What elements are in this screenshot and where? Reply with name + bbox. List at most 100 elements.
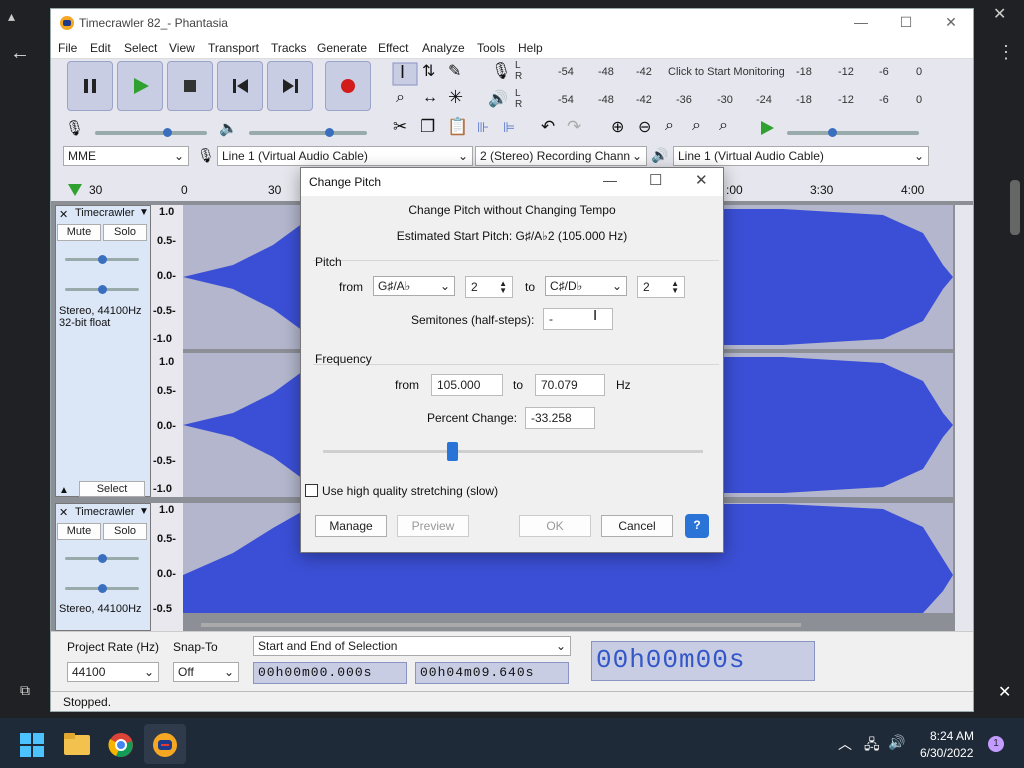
track-menu-chevron-icon[interactable]: ▼ bbox=[139, 506, 149, 517]
horizontal-scrollbar[interactable] bbox=[201, 623, 801, 627]
record-meter[interactable]: -54 -48 -42 Click to Start Monitoring -1… bbox=[524, 61, 924, 83]
dialog-maximize-icon[interactable]: ☐ bbox=[649, 171, 662, 189]
gain-thumb[interactable] bbox=[98, 554, 107, 563]
record-volume-slider[interactable] bbox=[95, 131, 207, 135]
volume-icon[interactable]: 🔊 bbox=[888, 734, 905, 751]
undo-icon[interactable]: ↶ bbox=[541, 117, 555, 137]
spinner-arrows-icon[interactable]: ▲ ▼ bbox=[499, 280, 507, 295]
record-button[interactable] bbox=[325, 61, 371, 111]
maximize-icon[interactable]: ☐ bbox=[896, 14, 916, 32]
menu-file[interactable]: File bbox=[58, 41, 77, 55]
audio-position-time[interactable]: 00h00m00s bbox=[591, 641, 815, 681]
browser-scrollbar[interactable] bbox=[1010, 180, 1020, 235]
playback-meter-speaker-icon[interactable]: 🔊 bbox=[488, 89, 508, 109]
selection-end-time[interactable]: 00h04m09.640s bbox=[415, 662, 569, 684]
back-arrow-icon[interactable]: ← bbox=[10, 42, 30, 65]
project-rate-select[interactable]: 44100 ⌄ bbox=[67, 662, 159, 682]
playback-volume-thumb[interactable] bbox=[325, 128, 334, 137]
zoom-in-icon[interactable]: ⊕ bbox=[611, 117, 624, 137]
selection-start-time[interactable]: 00h00m00.000s bbox=[253, 662, 407, 684]
selection-mode-select[interactable]: Start and End of Selection ⌄ bbox=[253, 636, 571, 656]
fit-selection-icon[interactable]: ⌕ bbox=[665, 117, 674, 135]
tray-chevron-up-icon[interactable]: ︿ bbox=[838, 734, 852, 754]
pause-button[interactable] bbox=[67, 61, 113, 111]
collapse-icon[interactable]: ▲ bbox=[59, 485, 69, 496]
gain-thumb[interactable] bbox=[98, 255, 107, 264]
zoom-tool-icon[interactable]: ⌕ bbox=[396, 89, 405, 107]
playback-device-select[interactable]: Line 1 (Virtual Audio Cable) ⌄ bbox=[673, 146, 929, 166]
pan-thumb[interactable] bbox=[98, 285, 107, 294]
timeshift-tool-icon[interactable]: ↔ bbox=[422, 89, 438, 107]
file-explorer-icon[interactable] bbox=[64, 733, 90, 755]
semitones-input[interactable]: - bbox=[543, 308, 613, 330]
close-icon[interactable]: ✕ bbox=[941, 14, 961, 32]
track-name[interactable]: Timecrawler bbox=[75, 506, 135, 518]
stop-button[interactable] bbox=[167, 61, 213, 111]
menu-select[interactable]: Select bbox=[124, 41, 157, 55]
select-track-button[interactable]: Select bbox=[79, 481, 145, 497]
menu-generate[interactable]: Generate bbox=[317, 41, 367, 55]
skip-end-button[interactable] bbox=[267, 61, 313, 111]
from-octave-spinner[interactable]: 2 ▲ ▼ bbox=[465, 276, 513, 298]
play-at-speed-icon[interactable] bbox=[759, 120, 775, 136]
record-device-select[interactable]: Line 1 (Virtual Audio Cable) ⌄ bbox=[217, 146, 473, 166]
preview-button[interactable]: Preview bbox=[397, 515, 469, 537]
track-close-icon[interactable]: ✕ bbox=[59, 506, 68, 519]
playback-meter[interactable]: -54 -48 -42 -36 -30 -24 -18 -12 -6 0 bbox=[524, 89, 924, 111]
percent-change-input[interactable]: -33.258 bbox=[525, 407, 595, 429]
envelope-tool-icon[interactable]: ⇅ bbox=[422, 61, 435, 81]
fit-project-icon[interactable]: ⌕ bbox=[692, 117, 701, 135]
vertical-scrollbar[interactable] bbox=[955, 205, 973, 631]
menu-transport[interactable]: Transport bbox=[208, 41, 259, 55]
trim-icon[interactable]: ⊪ bbox=[477, 119, 489, 136]
download-icon[interactable]: ⧉ bbox=[20, 682, 30, 699]
cancel-button[interactable]: Cancel bbox=[601, 515, 673, 537]
network-icon[interactable]: 🖧 bbox=[864, 734, 880, 758]
solo-button[interactable]: Solo bbox=[103, 523, 147, 540]
zoom-toggle-icon[interactable]: ⌕ bbox=[719, 117, 728, 135]
dialog-minimize-icon[interactable]: — bbox=[603, 172, 617, 188]
from-note-select[interactable]: G♯/A♭ ⌄ bbox=[373, 276, 455, 296]
skip-start-button[interactable] bbox=[217, 61, 263, 111]
audacity-taskbar-icon[interactable] bbox=[152, 732, 178, 758]
ok-button[interactable]: OK bbox=[519, 515, 591, 537]
copy-icon[interactable]: ❐ bbox=[420, 117, 435, 137]
selection-tool-icon[interactable]: I bbox=[400, 62, 405, 83]
zoom-out-icon[interactable]: ⊖ bbox=[638, 117, 651, 137]
redo-icon[interactable]: ↷ bbox=[567, 117, 581, 137]
record-volume-thumb[interactable] bbox=[163, 128, 172, 137]
browser-menu-icon[interactable]: ⋮ bbox=[997, 42, 1015, 63]
multi-tool-icon[interactable]: ✳ bbox=[448, 87, 463, 108]
minimize-icon[interactable]: — bbox=[851, 14, 871, 32]
track-name[interactable]: Timecrawler bbox=[75, 207, 135, 219]
channels-select[interactable]: 2 (Stereo) Recording Chann ⌄ bbox=[475, 146, 647, 166]
menu-view[interactable]: View bbox=[169, 41, 195, 55]
silence-icon[interactable]: ⊫ bbox=[503, 119, 515, 136]
menu-analyze[interactable]: Analyze bbox=[422, 41, 465, 55]
solo-button[interactable]: Solo bbox=[103, 224, 147, 241]
chrome-icon[interactable] bbox=[108, 732, 134, 758]
play-button[interactable] bbox=[117, 61, 163, 111]
clock-date[interactable]: 6/30/2022 bbox=[920, 746, 973, 760]
cut-icon[interactable]: ✂ bbox=[393, 117, 407, 137]
mute-button[interactable]: Mute bbox=[57, 523, 101, 540]
menu-edit[interactable]: Edit bbox=[90, 41, 111, 55]
menu-effect[interactable]: Effect bbox=[378, 41, 408, 55]
play-speed-thumb[interactable] bbox=[828, 128, 837, 137]
track-close-icon[interactable]: ✕ bbox=[59, 208, 68, 221]
notification-badge[interactable]: 1 bbox=[988, 736, 1004, 752]
freq-from-input[interactable]: 105.000 bbox=[431, 374, 503, 396]
panel-close-icon[interactable]: ✕ bbox=[998, 682, 1011, 702]
percent-change-slider[interactable] bbox=[323, 450, 703, 453]
hq-stretching-checkbox[interactable] bbox=[305, 484, 318, 497]
browser-close-icon[interactable]: ✕ bbox=[993, 4, 1006, 24]
dialog-close-icon[interactable]: ✕ bbox=[695, 171, 708, 189]
clock-time[interactable]: 8:24 AM bbox=[930, 729, 974, 743]
menu-tools[interactable]: Tools bbox=[477, 41, 505, 55]
help-button[interactable]: ? bbox=[685, 514, 709, 538]
spinner-arrows-icon[interactable]: ▲ ▼ bbox=[671, 280, 679, 295]
mute-button[interactable]: Mute bbox=[57, 224, 101, 241]
timeline-pin-icon[interactable] bbox=[67, 183, 83, 197]
draw-tool-icon[interactable]: ✎ bbox=[448, 61, 461, 81]
play-speed-slider[interactable] bbox=[787, 131, 919, 135]
